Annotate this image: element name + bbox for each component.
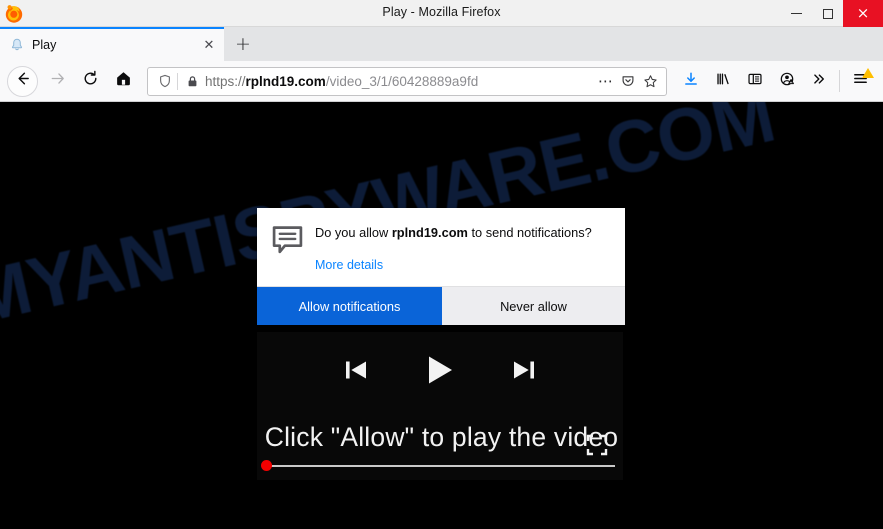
player-controls xyxy=(257,354,623,386)
shield-icon[interactable] xyxy=(155,74,174,88)
progress-scrubber[interactable] xyxy=(261,460,272,471)
url-bar[interactable]: https://rplnd19.com/video_3/1/60428889a9… xyxy=(147,66,667,96)
sidebar-button[interactable] xyxy=(739,66,771,97)
page-actions-button[interactable]: ⋯ xyxy=(595,69,617,93)
navigation-toolbar: https://rplnd19.com/video_3/1/60428889a9… xyxy=(0,61,883,102)
never-allow-button[interactable]: Never allow xyxy=(442,287,625,326)
title-bar: Play - Mozilla Firefox × xyxy=(0,0,883,27)
play-button[interactable] xyxy=(425,354,455,386)
url-scheme: https:// xyxy=(205,73,246,89)
library-button[interactable] xyxy=(707,66,739,97)
browser-window: Play - Mozilla Firefox × Play ✕ + https:… xyxy=(0,0,883,529)
popup-texts: Do you allow rplnd19.com to send notific… xyxy=(311,224,611,274)
reload-button[interactable] xyxy=(74,66,107,97)
url-path: /video_3/1/60428889a9fd xyxy=(325,73,479,89)
previous-button[interactable] xyxy=(343,357,369,383)
arrow-right-icon xyxy=(49,70,66,92)
popup-body: Do you allow rplnd19.com to send notific… xyxy=(257,208,625,286)
warning-triangle-icon xyxy=(862,67,874,78)
allow-notifications-button[interactable]: Allow notifications xyxy=(257,287,442,326)
back-button[interactable] xyxy=(7,65,38,97)
urlbar-divider xyxy=(177,72,178,90)
overflow-menu-button[interactable] xyxy=(803,66,835,97)
bookmark-star-button[interactable] xyxy=(639,69,661,93)
progress-bar[interactable] xyxy=(257,460,623,472)
minimize-button[interactable] xyxy=(781,0,812,27)
speech-bubble-notification-icon xyxy=(271,224,311,274)
video-player[interactable] xyxy=(257,332,623,480)
url-host: rplnd19.com xyxy=(245,73,326,89)
sidebar-icon xyxy=(747,71,763,92)
chevron-double-right-icon xyxy=(811,71,827,92)
padlock-icon[interactable] xyxy=(184,75,200,88)
download-arrow-icon xyxy=(683,71,699,92)
maximize-button[interactable] xyxy=(812,0,843,27)
account-button[interactable] xyxy=(771,66,803,97)
firefox-logo-icon xyxy=(4,4,24,24)
tab-close-button[interactable]: ✕ xyxy=(200,36,218,54)
pocket-button[interactable] xyxy=(617,69,639,93)
library-icon xyxy=(715,71,731,92)
window-controls: × xyxy=(781,0,883,27)
window-title: Play - Mozilla Firefox xyxy=(382,5,501,19)
next-button[interactable] xyxy=(511,357,537,383)
skip-next-icon xyxy=(514,361,534,379)
bell-favicon-icon xyxy=(9,37,25,53)
app-menu-button[interactable] xyxy=(844,66,876,97)
progress-track xyxy=(265,465,615,467)
play-icon xyxy=(429,356,452,384)
home-icon xyxy=(115,70,132,92)
tab-title: Play xyxy=(32,38,57,52)
toolbar-separator xyxy=(839,70,840,92)
close-window-button[interactable]: × xyxy=(843,0,883,27)
popup-buttons: Allow notifications Never allow xyxy=(257,286,625,326)
skip-previous-icon xyxy=(346,361,366,379)
call-to-action-text: Click "Allow" to play the video xyxy=(264,422,619,452)
notification-permission-popup: Do you allow rplnd19.com to send notific… xyxy=(257,208,625,326)
new-tab-button[interactable]: + xyxy=(224,28,262,60)
question-suffix: to send notifications? xyxy=(467,225,592,240)
tab-play[interactable]: Play ✕ xyxy=(0,27,224,61)
reload-icon xyxy=(82,70,99,92)
page-content: MYANTISPYWARE.COM Do you allow rplnd19.c… xyxy=(0,102,883,529)
tab-strip: Play ✕ + xyxy=(0,27,883,61)
account-warning-icon xyxy=(779,71,795,92)
question-prefix: Do you allow xyxy=(315,225,392,240)
maximize-icon xyxy=(822,8,833,19)
permission-question: Do you allow rplnd19.com to send notific… xyxy=(315,224,611,241)
more-details-link[interactable]: More details xyxy=(315,258,383,272)
question-domain: rplnd19.com xyxy=(391,225,468,240)
minimize-icon xyxy=(791,13,802,14)
downloads-button[interactable] xyxy=(675,66,707,97)
forward-button[interactable] xyxy=(41,66,74,97)
url-text[interactable]: https://rplnd19.com/video_3/1/60428889a9… xyxy=(200,74,595,89)
arrow-left-icon xyxy=(14,70,31,92)
home-button[interactable] xyxy=(107,66,140,97)
close-icon: × xyxy=(856,4,870,22)
